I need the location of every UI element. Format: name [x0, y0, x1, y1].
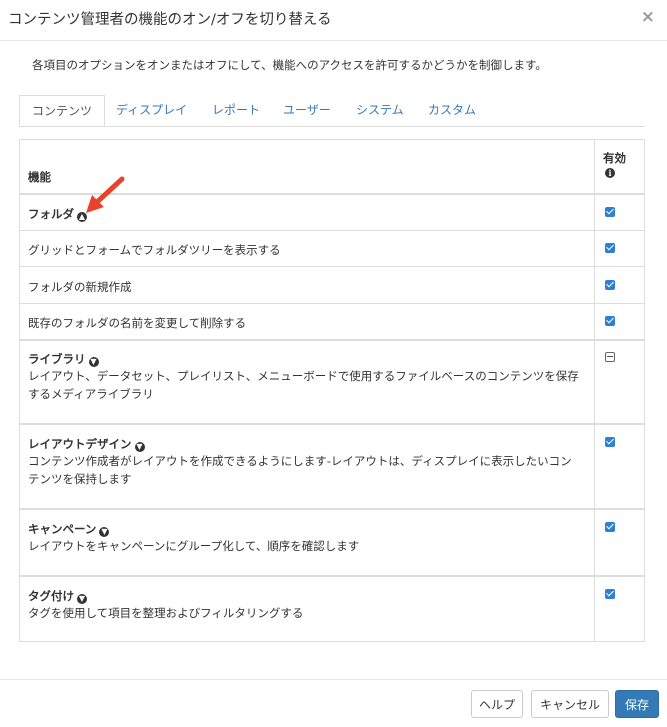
- tab-display[interactable]: ディスプレイ: [116, 95, 187, 125]
- checkbox-layout-design[interactable]: [605, 437, 615, 447]
- group-title-library[interactable]: ライブラリ ▼: [28, 351, 99, 367]
- group-description: コンテンツ作成者がレイアウトを作成できるようにします-レイアウトは、ディスプレイ…: [28, 454, 572, 486]
- group-description: レイアウト、データセット、プレイリスト、メニューボードで使用するファイルベースの…: [28, 369, 579, 401]
- save-button[interactable]: 保存: [615, 690, 659, 718]
- tab-bar: コンテンツ ディスプレイ レポート ユーザー システム カスタム: [19, 95, 645, 127]
- dialog-description: 各項目のオプションをオンまたはオフにして、機能へのアクセスを許可するかどうかを制…: [32, 58, 547, 72]
- chevron-down-circle-icon[interactable]: ▼: [77, 594, 87, 604]
- red-arrow-icon: [86, 176, 125, 213]
- info-icon[interactable]: i: [605, 168, 615, 178]
- close-icon[interactable]: ×: [641, 7, 655, 27]
- group-description: タグを使用して項目を整理およびフィルタリングする: [28, 606, 304, 620]
- column-header-feature: 機能: [28, 170, 51, 184]
- checkbox-folder[interactable]: [605, 207, 615, 217]
- feature-label: グリッドとフォームでフォルダツリーを表示する: [28, 243, 281, 257]
- tab-content[interactable]: コンテンツ: [19, 95, 106, 126]
- tab-system[interactable]: システム: [356, 95, 404, 125]
- group-description: レイアウトをキャンペーンにグループ化して、順序を確認します: [28, 539, 360, 553]
- cancel-button[interactable]: キャンセル: [531, 690, 609, 718]
- checkbox-tagging[interactable]: [605, 589, 615, 599]
- tab-user[interactable]: ユーザー: [283, 95, 331, 125]
- checkbox-campaign[interactable]: [605, 522, 615, 532]
- feature-label: 既存のフォルダの名前を変更して削除する: [28, 316, 247, 330]
- column-header-enabled: 有効: [603, 151, 626, 165]
- row-divider: [20, 230, 644, 231]
- chevron-down-circle-icon[interactable]: ▼: [99, 527, 110, 537]
- chevron-down-circle-icon[interactable]: ▼: [134, 442, 145, 452]
- footer-divider: [0, 679, 667, 680]
- checkbox-folder-create[interactable]: [605, 280, 615, 290]
- row-divider: [20, 423, 644, 425]
- group-title-campaign[interactable]: キャンペーン ▼: [28, 521, 110, 537]
- row-divider: [20, 339, 644, 341]
- tab-report[interactable]: レポート: [212, 95, 260, 125]
- checkbox-folder-rename[interactable]: [605, 316, 615, 326]
- row-divider: [20, 266, 644, 267]
- row-divider: [20, 575, 644, 577]
- group-title-folder[interactable]: フォルダ ▲: [28, 206, 87, 222]
- row-divider: [20, 303, 644, 304]
- dialog-title: コンテンツ管理者の機能のオン/オフを切り替える: [8, 12, 332, 28]
- group-title-layout-design[interactable]: レイアウトデザイン ▼: [28, 436, 145, 452]
- checkbox-folder-tree[interactable]: [605, 243, 615, 253]
- dialog-header: コンテンツ管理者の機能のオン/オフを切り替える ×: [0, 0, 667, 41]
- tab-custom[interactable]: カスタム: [428, 95, 476, 125]
- chevron-down-circle-icon[interactable]: ▼: [88, 357, 99, 367]
- help-button[interactable]: ヘルプ: [471, 690, 523, 718]
- column-divider: [594, 140, 595, 641]
- row-divider: [20, 508, 644, 510]
- checkbox-library[interactable]: [605, 352, 615, 362]
- group-title-tagging[interactable]: タグ付け ▼: [28, 588, 87, 604]
- feature-label: フォルダの新規作成: [28, 280, 132, 294]
